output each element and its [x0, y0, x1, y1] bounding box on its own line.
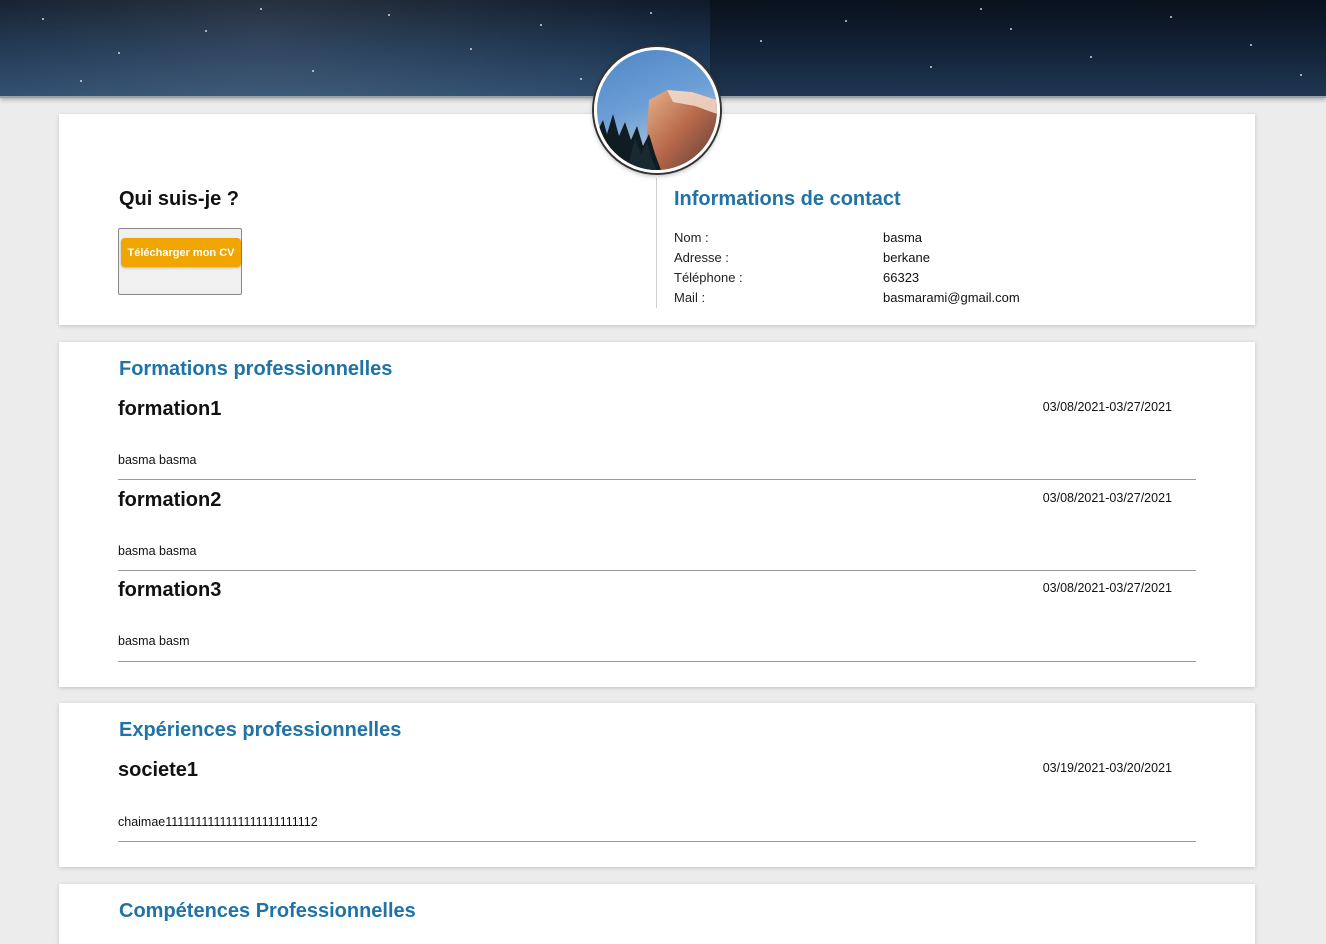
banner-star [980, 8, 982, 10]
formation-entry: formation2 03/08/2021-03/27/2021 basma b… [118, 489, 1196, 571]
formation-description: basma basma [118, 544, 197, 558]
banner-star [80, 80, 82, 82]
contact-info-title: Informations de contact [674, 188, 901, 210]
contact-value: basma [883, 230, 923, 245]
formation-entry: formation1 03/08/2021-03/27/2021 basma b… [118, 398, 1196, 480]
contact-label: Téléphone : [674, 270, 743, 285]
formation-dates: 03/08/2021-03/27/2021 [1042, 400, 1172, 414]
experience-description: chaimae1111111111111111111111112 [118, 815, 318, 829]
experience-dates: 03/19/2021-03/20/2021 [1042, 761, 1172, 775]
banner-star [42, 18, 44, 20]
competences-card: Compétences Professionnelles [59, 884, 1255, 944]
formation-description: basma basma [118, 453, 197, 467]
banner-star [650, 12, 652, 14]
formation-name: formation2 [118, 489, 222, 511]
banner-star [580, 78, 582, 80]
download-cv-button[interactable]: Télécharger mon CV [121, 238, 241, 267]
banner-star [205, 30, 207, 32]
formation-name: formation1 [118, 398, 222, 420]
mountain-landscape-image [597, 90, 717, 170]
formation-dates: 03/08/2021-03/27/2021 [1042, 491, 1172, 505]
experience-name: societe1 [118, 759, 199, 781]
formation-description: basma basm [118, 634, 190, 648]
column-divider [656, 178, 657, 308]
banner-star [260, 8, 262, 10]
formations-card: Formations professionnelles formation1 0… [59, 342, 1255, 687]
experience-entry: societe1 03/19/2021-03/20/2021 chaimae11… [118, 759, 1196, 842]
formation-dates: 03/08/2021-03/27/2021 [1042, 581, 1172, 595]
contact-value: basmarami@gmail.com [883, 290, 1020, 305]
banner-star [1250, 44, 1252, 46]
banner-star [1010, 28, 1012, 30]
banner-star [312, 70, 314, 72]
banner-shade [710, 0, 1326, 96]
banner-star [1090, 56, 1092, 58]
contact-value: 66323 [883, 270, 920, 285]
cv-download-container: Télécharger mon CV [118, 228, 242, 295]
competences-title: Compétences Professionnelles [119, 900, 416, 922]
formations-title: Formations professionnelles [119, 358, 393, 380]
banner-star [760, 40, 762, 42]
banner-star [388, 14, 390, 16]
banner-star [930, 66, 932, 68]
banner-star [118, 52, 120, 54]
contact-label: Adresse : [674, 250, 729, 265]
contact-label: Mail : [674, 290, 706, 305]
formation-entry: formation3 03/08/2021-03/27/2021 basma b… [118, 579, 1196, 662]
profile-avatar [594, 47, 720, 173]
who-am-i-title: Qui suis-je ? [119, 188, 240, 210]
contact-row-adresse: Adresse : berkane [674, 250, 1214, 270]
experiences-card: Expériences professionnelles societe1 03… [59, 703, 1255, 867]
banner-star [845, 20, 847, 22]
contact-row-nom: Nom : basma [674, 230, 1214, 250]
banner-star [470, 48, 472, 50]
contact-row-mail: Mail : basmarami@gmail.com [674, 290, 1214, 310]
contact-label: Nom : [674, 230, 709, 245]
banner-star [1170, 16, 1172, 18]
experiences-title: Expériences professionnelles [119, 719, 402, 741]
banner-star [540, 24, 542, 26]
formation-name: formation3 [118, 579, 222, 601]
contact-row-telephone: Téléphone : 66323 [674, 270, 1214, 290]
banner-star [1300, 74, 1302, 76]
contact-value: berkane [883, 250, 930, 265]
